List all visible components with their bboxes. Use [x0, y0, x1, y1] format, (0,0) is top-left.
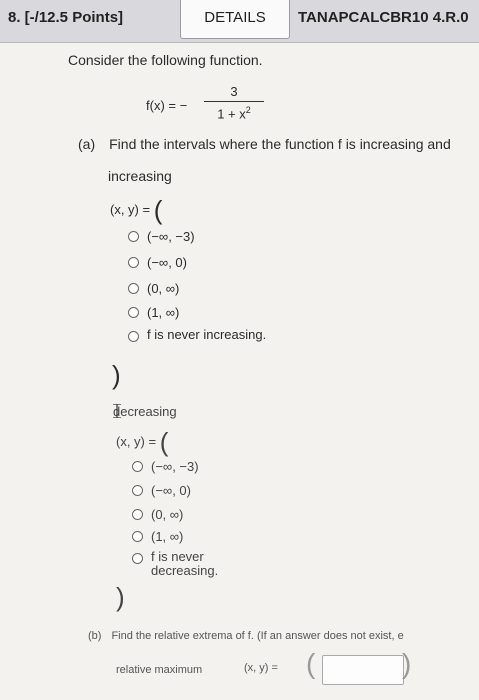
- increasing-option-2[interactable]: (−∞, 0): [128, 254, 187, 272]
- radio-icon[interactable]: [132, 485, 143, 497]
- decreasing-close-paren: ): [116, 582, 125, 612]
- relative-maximum-open-paren: (: [306, 648, 316, 679]
- increasing-xy: (x, y) = (: [110, 195, 163, 225]
- fraction-numerator: 3: [230, 84, 238, 99]
- radio-icon[interactable]: [132, 509, 143, 521]
- question-header: 8. [-/12.5 Points] DETAILS TANAPCALCBR10…: [0, 0, 479, 43]
- increasing-option-never[interactable]: f is never increasing.: [128, 328, 278, 358]
- radio-icon[interactable]: [132, 553, 143, 564]
- function-lhs: f(x) = −: [146, 98, 188, 113]
- relative-maximum-label: relative maximum: [116, 664, 203, 676]
- increasing-option-1[interactable]: (−∞, −3): [128, 228, 195, 246]
- radio-icon[interactable]: [132, 461, 143, 473]
- decreasing-xy: (x, y) = (: [116, 427, 169, 457]
- radio-icon[interactable]: [128, 231, 139, 243]
- points-label: 8. [-/12.5 Points]: [8, 9, 124, 26]
- increasing-close-paren: ): [112, 360, 121, 390]
- increasing-option-3[interactable]: (0, ∞): [128, 280, 179, 298]
- decreasing-option-4[interactable]: (1, ∞): [132, 528, 183, 546]
- fraction-denominator: 1 + x2: [217, 105, 251, 122]
- decreasing-option-1[interactable]: (−∞, −3): [132, 458, 199, 476]
- part-a-prompt: (a) Find the intervals where the function…: [78, 136, 451, 152]
- radio-icon[interactable]: [132, 531, 143, 543]
- details-button[interactable]: DETAILS: [180, 0, 290, 39]
- question-body: Consider the following function. f(x) = …: [0, 42, 479, 700]
- radio-icon[interactable]: [128, 307, 139, 319]
- decreasing-option-never[interactable]: f is never decreasing.: [132, 550, 282, 580]
- decreasing-option-3[interactable]: (0, ∞): [132, 506, 183, 524]
- radio-icon[interactable]: [128, 283, 139, 295]
- radio-icon[interactable]: [128, 257, 139, 269]
- relative-maximum-close-paren: ): [402, 648, 412, 679]
- intro-text: Consider the following function.: [68, 52, 263, 68]
- relative-maximum-xy: (x, y) =: [244, 662, 278, 674]
- part-a-label: (a): [78, 136, 96, 152]
- increasing-label: increasing: [108, 168, 172, 184]
- part-b-prompt: (b) Find the relative extrema of f. (If a…: [88, 630, 404, 642]
- increasing-option-4[interactable]: (1, ∞): [128, 304, 179, 322]
- decreasing-option-2[interactable]: (−∞, 0): [132, 482, 191, 500]
- problem-code: TANAPCALCBR10 4.R.0: [298, 9, 469, 26]
- radio-icon[interactable]: [128, 331, 139, 342]
- part-b-label: (b): [88, 630, 102, 642]
- fraction: 3 1 + x2: [204, 84, 264, 121]
- part-b-text: Find the relative extrema of f. (If an a…: [111, 630, 404, 642]
- fraction-bar: [204, 101, 264, 102]
- decreasing-label: decreasing: [113, 404, 177, 419]
- part-a-text: Find the intervals where the function f …: [109, 136, 451, 152]
- relative-maximum-input[interactable]: [322, 655, 404, 685]
